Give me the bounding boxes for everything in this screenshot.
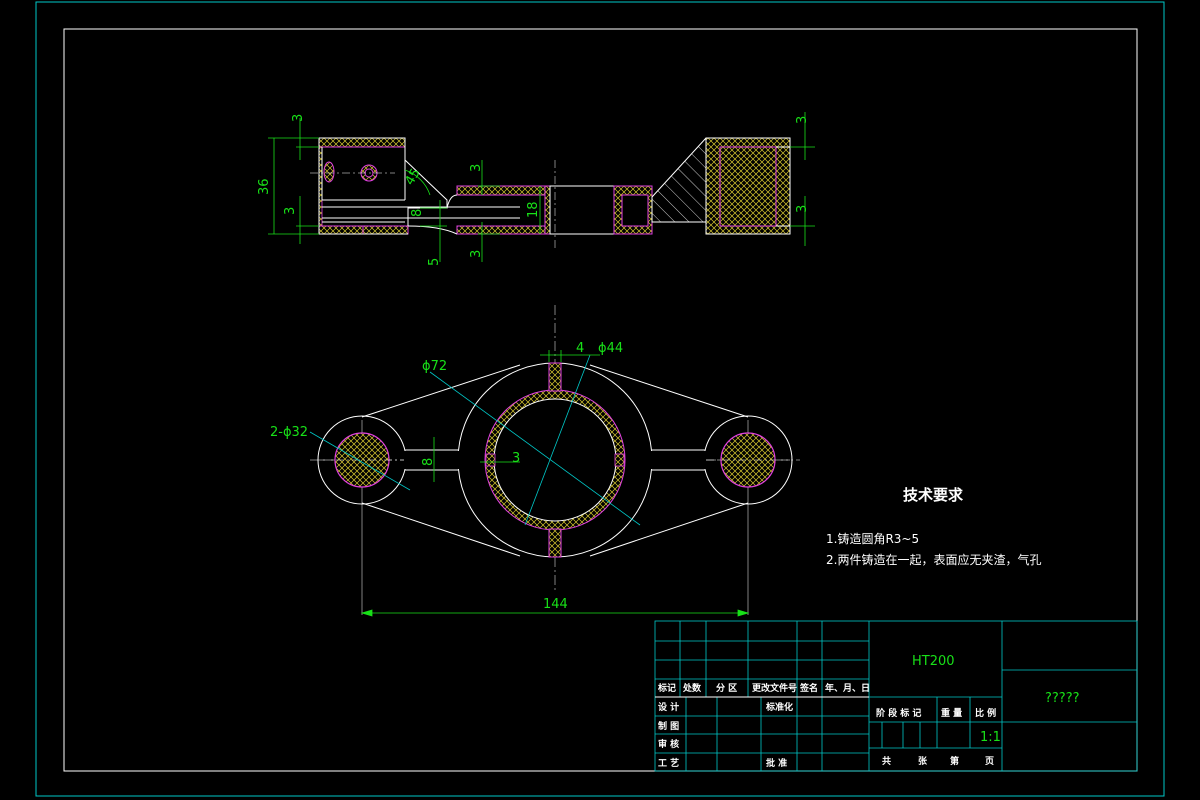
dim-mid-top-3: 3: [469, 164, 484, 172]
tb-stage-header-3: 比 例: [975, 707, 996, 719]
dim-height-36: 36: [257, 178, 272, 195]
tb-process: 工 艺: [658, 757, 679, 769]
tb-drawing-name: ?????: [1045, 691, 1080, 706]
tb-material: HT200: [912, 654, 955, 669]
tech-req-item-2: 2.两件铸造在一起，表面应无夹渣，气孔: [826, 552, 1041, 567]
dim-bottom-5: 5: [427, 258, 442, 266]
tb-stage-header-1: 阶 段 标 记: [876, 707, 921, 719]
technical-requirements: 技术要求 1.铸造圆角R3~5 2.两件铸造在一起，表面应无夹渣，气孔: [826, 486, 1041, 567]
tech-req-item-1: 1.铸造圆角R3~5: [826, 531, 919, 546]
dim-holes-2x-phi32: 2-ϕ32: [270, 425, 308, 440]
tb-rev-header-6: 年、月、日: [825, 682, 870, 694]
middle-arm-bottom-hatch: [456, 225, 546, 235]
tb-rev-header-4: 更改文件号: [752, 682, 797, 694]
engineering-drawing: 3 36 3 45 8 5 3 3 18 3 3 ϕ72 4 ϕ44 2-ϕ32…: [35, 1, 1165, 797]
left-block-outline: [318, 137, 448, 235]
tb-draft: 制 图: [658, 720, 679, 732]
dim-length-144: 144: [543, 597, 568, 612]
dim-top-left-3: 3: [291, 114, 306, 122]
tb-stage-header-2: 重 量: [941, 707, 962, 719]
dim-right-bottom-3: 3: [795, 205, 810, 213]
tb-scale: 1:1: [980, 730, 1001, 745]
title-block: 标记 处数 分 区 更改文件号 签名 年、月、日 设 计 标准化 制 图 审 核…: [654, 620, 1138, 772]
tb-sheet-page: 页: [985, 756, 994, 767]
tb-rev-header-5: 签名: [799, 682, 818, 694]
tb-sheet-total: 共: [882, 755, 891, 767]
left-block-bottom-hatch: [318, 225, 364, 235]
dim-arm-8: 8: [421, 458, 436, 466]
tb-rev-header-2: 处数: [682, 682, 702, 694]
left-block-hole-1: [323, 161, 335, 183]
dim-height-18: 18: [526, 201, 541, 218]
top-view: ϕ72 4 ϕ44 2-ϕ32 8 3 144: [270, 305, 800, 617]
dim-mid-bottom-3: 3: [469, 250, 484, 258]
tb-rev-header-3: 分 区: [716, 682, 737, 694]
hub-center: [549, 185, 615, 235]
tb-review: 审 核: [658, 738, 679, 750]
dim-rib-4: 4: [576, 341, 584, 356]
dim-left-3: 3: [283, 207, 298, 215]
dim-angle-45: 45: [402, 166, 423, 188]
tech-req-title: 技术要求: [903, 486, 964, 504]
tb-sheet-sheets: 张: [918, 755, 928, 767]
front-section-view: 3 36 3 45 8 5 3 3 18 3 3: [257, 112, 815, 266]
tb-rev-header-1: 标记: [657, 682, 676, 694]
left-block-top-hatch: [318, 137, 406, 148]
tb-approve: 批 准: [766, 757, 787, 769]
dim-phi72: ϕ72: [422, 359, 447, 374]
hub-rib-hatch: [544, 185, 551, 235]
dim-wall-3: 3: [512, 451, 520, 466]
dim-width-8: 8: [410, 209, 425, 217]
tb-sheet-no: 第: [950, 755, 959, 767]
dim-right-top-3: 3: [795, 116, 810, 124]
left-block-bottom-hatch-2: [362, 225, 409, 235]
hub-rib-top: [548, 362, 562, 392]
middle-arm-top-hatch: [456, 185, 546, 196]
tb-design: 设 计: [658, 701, 679, 713]
hub-rib-bottom: [548, 528, 562, 558]
tb-standardize: 标准化: [765, 701, 793, 713]
dim-phi44: ϕ44: [598, 341, 623, 356]
